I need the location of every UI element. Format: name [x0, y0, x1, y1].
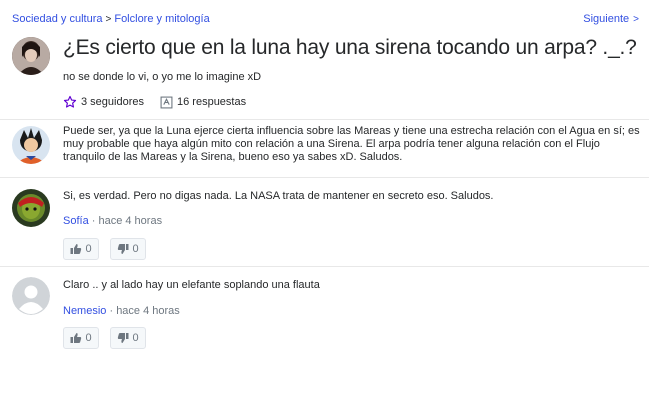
- next-label: Siguiente: [583, 13, 630, 25]
- author-name-link[interactable]: Nemesio: [63, 305, 106, 317]
- thumbs-down-button[interactable]: 0: [110, 327, 146, 349]
- breadcrumb-link-folklore[interactable]: Folclore y mitología: [114, 13, 209, 25]
- answers-icon: [160, 96, 173, 108]
- question-meta: 3 seguidores 16 respuestas: [63, 94, 262, 110]
- thumbs-down-count: 0: [132, 243, 139, 255]
- thumbs-down-icon: [118, 244, 129, 254]
- answers-count-item: 16 respuestas: [160, 96, 246, 109]
- thumbs-down-count: 0: [132, 332, 139, 344]
- author-name-link[interactable]: Sofía: [63, 215, 89, 227]
- answer-author-line: Sofía · hace 4 horas: [63, 215, 162, 227]
- chevron-right-icon: >: [105, 14, 112, 25]
- answerer-avatar[interactable]: [12, 126, 50, 164]
- answer-time: · hace 4 horas: [91, 215, 163, 227]
- top-navigation: Sociedad y cultura > Folclore y mitología …: [12, 13, 639, 27]
- thumbs-up-icon: [70, 333, 82, 343]
- answer-author-line: Nemesio · hace 4 horas: [63, 305, 180, 317]
- answerer-avatar[interactable]: [12, 189, 50, 227]
- question-body: no se donde lo vi, o yo me lo imagine xD: [63, 71, 262, 83]
- divider: [0, 266, 649, 267]
- breadcrumb: Sociedad y cultura > Folclore y mitología: [12, 13, 210, 25]
- answerer-avatar-default[interactable]: [12, 277, 50, 315]
- chevron-right-icon: >: [633, 14, 639, 25]
- answers-count: 16 respuestas: [177, 96, 247, 108]
- thumbs-up-count: 0: [85, 243, 92, 255]
- answer-time: · hace 4 horas: [109, 305, 180, 317]
- follow-button[interactable]: 3 seguidores: [63, 95, 144, 109]
- followers-count: 3 seguidores: [81, 96, 144, 108]
- answer-text: Si, es verdad. Pero no digas nada. La NA…: [63, 190, 494, 202]
- thumbs-up-icon: [70, 244, 82, 254]
- thumbs-up-count: 0: [85, 332, 92, 344]
- answer-text: Claro .. y al lado hay un elefante sopla…: [63, 279, 320, 291]
- star-outline-icon: [63, 95, 77, 108]
- divider: [0, 177, 649, 178]
- thumbs-down-icon: [118, 333, 129, 343]
- thumbs-up-button[interactable]: 0: [63, 238, 99, 260]
- divider: [0, 119, 649, 120]
- breadcrumb-link-society[interactable]: Sociedad y cultura: [12, 13, 103, 25]
- thumbs-up-button[interactable]: 0: [63, 327, 99, 349]
- answer-text: Puede ser, ya que la Luna ejerce cierta …: [63, 125, 640, 163]
- next-question-link[interactable]: Siguiente >: [583, 13, 639, 25]
- thumbs-down-button[interactable]: 0: [110, 238, 146, 260]
- asker-avatar[interactable]: [12, 37, 50, 75]
- question-title: ¿Es cierto que en la luna hay una sirena…: [63, 36, 637, 59]
